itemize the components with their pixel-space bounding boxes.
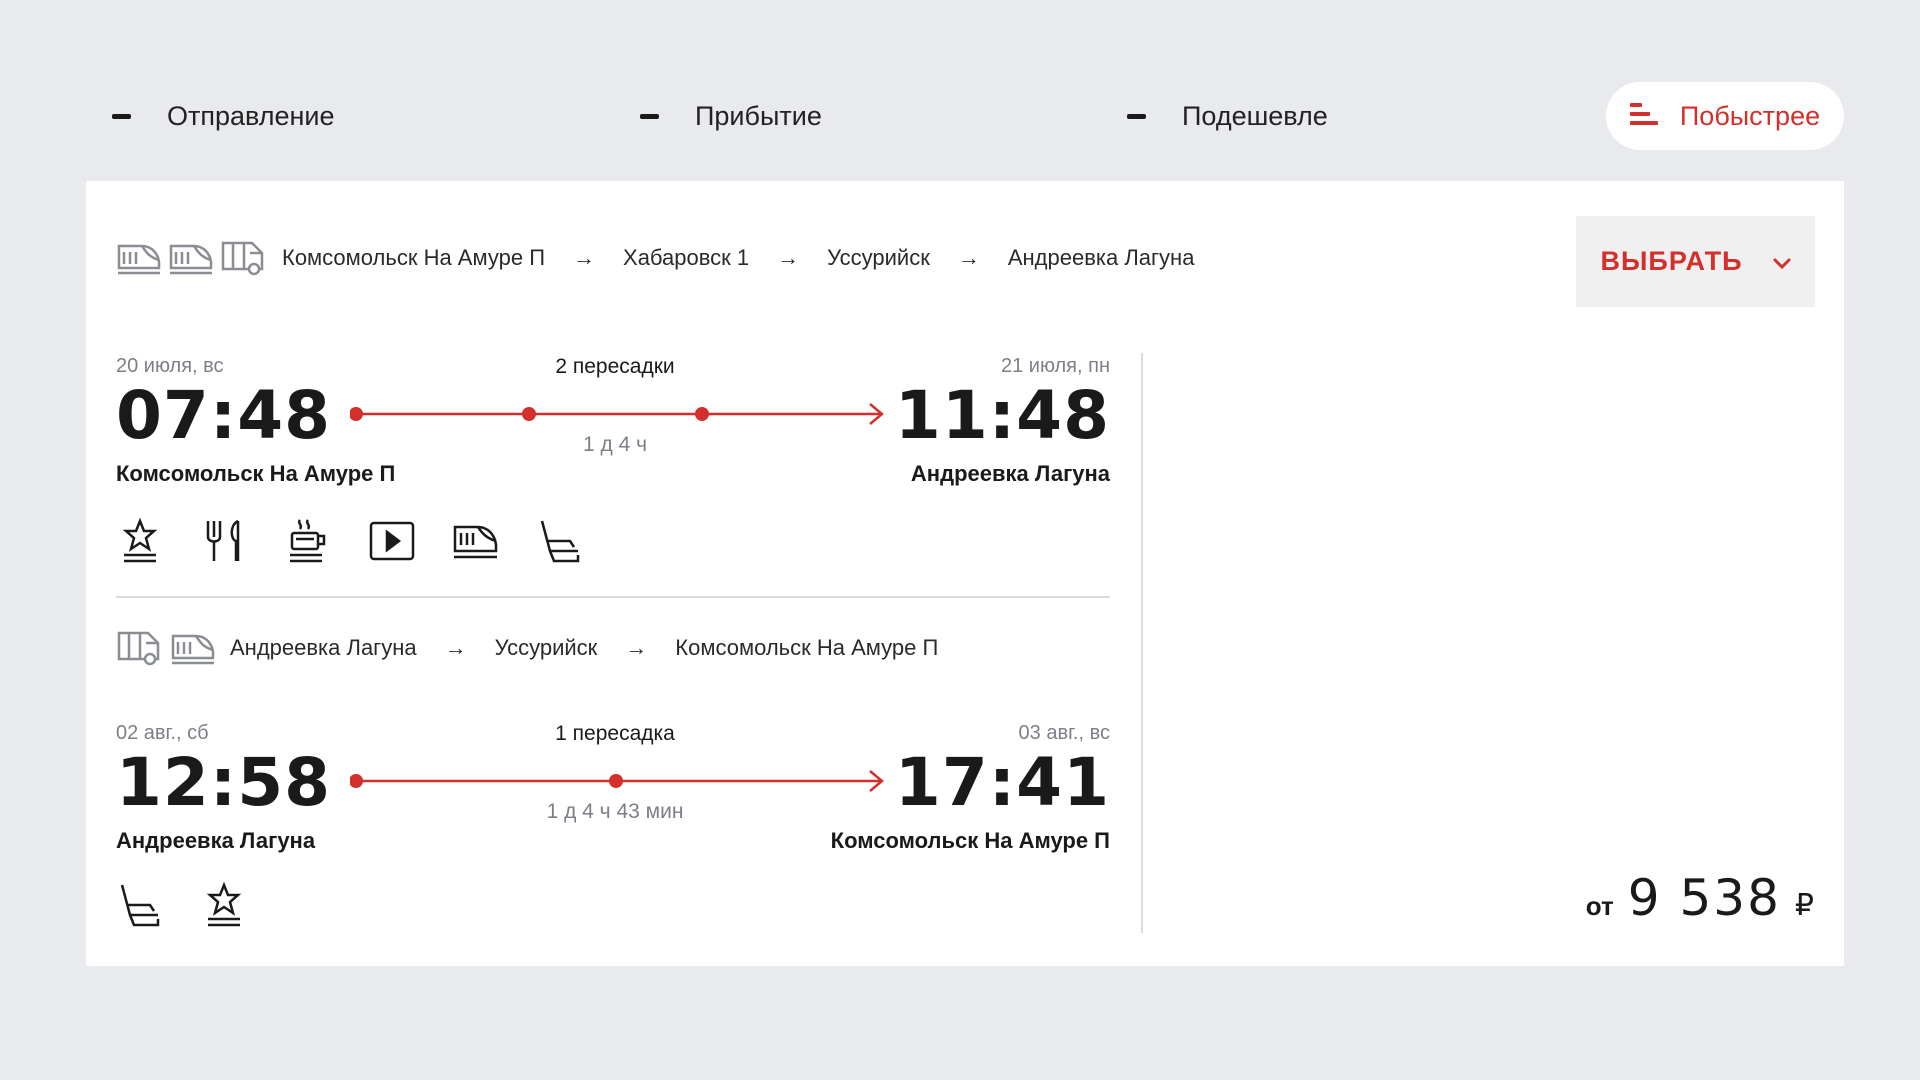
- route-station: Комсомольск На Амуре П: [282, 245, 546, 270]
- transfers-count: 1 пересадка: [555, 722, 675, 745]
- choose-button[interactable]: ВЫБРАТЬ: [1576, 216, 1815, 307]
- card-vertical-divider: [1141, 353, 1143, 933]
- sort-departure-label: Отправление: [167, 100, 335, 131]
- trip-duration: 1 д 4 ч 43 мин: [546, 800, 684, 823]
- amenities-list: [116, 517, 584, 565]
- amenities-list: [116, 881, 248, 929]
- arrow-right-icon: →: [573, 245, 596, 270]
- sort-cheaper-label: Подешевле: [1182, 100, 1328, 131]
- route-track: [350, 770, 884, 792]
- departure-time: 07:48: [116, 377, 332, 454]
- return-segment: 02 авг., сб 12:58 Андреевка Лагуна 1 пер…: [116, 722, 1110, 922]
- arrival-station: Комсомольск На Амуре П: [830, 828, 1110, 853]
- sort-cheaper[interactable]: Подешевле: [1127, 82, 1328, 150]
- sort-departure[interactable]: Отправление: [112, 82, 335, 150]
- route-station: Андреевка Лагуна: [1007, 245, 1195, 270]
- train-icon: [452, 517, 500, 565]
- currency-symbol: ₽: [1794, 889, 1814, 922]
- outbound-route: Комсомольск На Амуре П → Хабаровск 1 → У…: [116, 239, 1194, 277]
- arrival-time: 11:48: [894, 377, 1110, 454]
- star-class-icon: [116, 517, 164, 565]
- departure-time: 12:58: [116, 744, 332, 821]
- price-block: от 9 538 ₽: [1586, 869, 1814, 927]
- price-prefix: от: [1585, 891, 1614, 921]
- arrival-station: Андреевка Лагуна: [910, 461, 1110, 486]
- segment-divider: [116, 596, 1110, 598]
- arrow-right-icon: →: [957, 245, 980, 270]
- choose-button-label: ВЫБРАТЬ: [1600, 246, 1743, 276]
- arrival-time: 17:41: [894, 744, 1110, 821]
- dash-icon: [640, 113, 659, 119]
- sort-arrival-label: Прибытие: [695, 100, 822, 131]
- departure-station: Андреевка Лагуна: [116, 828, 316, 853]
- departure-date: 20 июля, вс: [116, 355, 224, 377]
- sort-lines-icon: [1629, 101, 1660, 132]
- arrow-right-icon: →: [777, 245, 800, 270]
- return-route: Андреевка Лагуна → Уссурийск → Комсомоль…: [116, 629, 938, 667]
- departure-date: 02 авг., сб: [116, 722, 209, 744]
- bus-icon: [220, 239, 268, 277]
- video-icon: [368, 517, 416, 565]
- restaurant-icon: [200, 517, 248, 565]
- route-station: Уссурийск: [494, 635, 598, 660]
- dash-icon: [112, 113, 131, 119]
- star-class-icon: [200, 881, 248, 929]
- sort-arrival[interactable]: Прибытие: [640, 82, 822, 150]
- route-station: Хабаровск 1: [623, 245, 750, 270]
- sort-faster-button[interactable]: Побыстрее: [1606, 82, 1844, 150]
- trip-card: Комсомольск На Амуре П → Хабаровск 1 → У…: [86, 181, 1844, 966]
- arrival-date: 21 июля, пн: [1000, 355, 1110, 377]
- dash-icon: [1127, 113, 1146, 119]
- price-amount: 9 538: [1627, 869, 1781, 927]
- sort-faster-label: Побыстрее: [1679, 100, 1821, 131]
- seat-icon: [116, 881, 164, 929]
- route-track: [350, 403, 884, 425]
- arrival-date: 03 авг., вс: [1018, 722, 1110, 744]
- high-speed-train-icon: [170, 630, 216, 666]
- bus-icon: [116, 629, 164, 667]
- route-station: Комсомольск На Амуре П: [675, 635, 939, 660]
- trip-duration: 1 д 4 ч: [582, 433, 648, 456]
- high-speed-train-icon: [116, 240, 162, 276]
- arrow-right-icon: →: [625, 635, 648, 660]
- sort-bar: Отправление Прибытие Подешевле Побыстрее: [0, 0, 1920, 180]
- departure-station: Комсомольск На Амуре П: [116, 461, 396, 486]
- route-station: Андреевка Лагуна: [230, 635, 417, 660]
- chevron-down-icon: [1773, 246, 1791, 277]
- arrow-right-icon: →: [444, 635, 467, 660]
- coffee-icon: [284, 517, 332, 565]
- route-station: Уссурийск: [827, 245, 930, 270]
- high-speed-train-icon: [168, 240, 214, 276]
- transfers-count: 2 пересадки: [555, 355, 675, 378]
- seat-icon: [536, 517, 584, 565]
